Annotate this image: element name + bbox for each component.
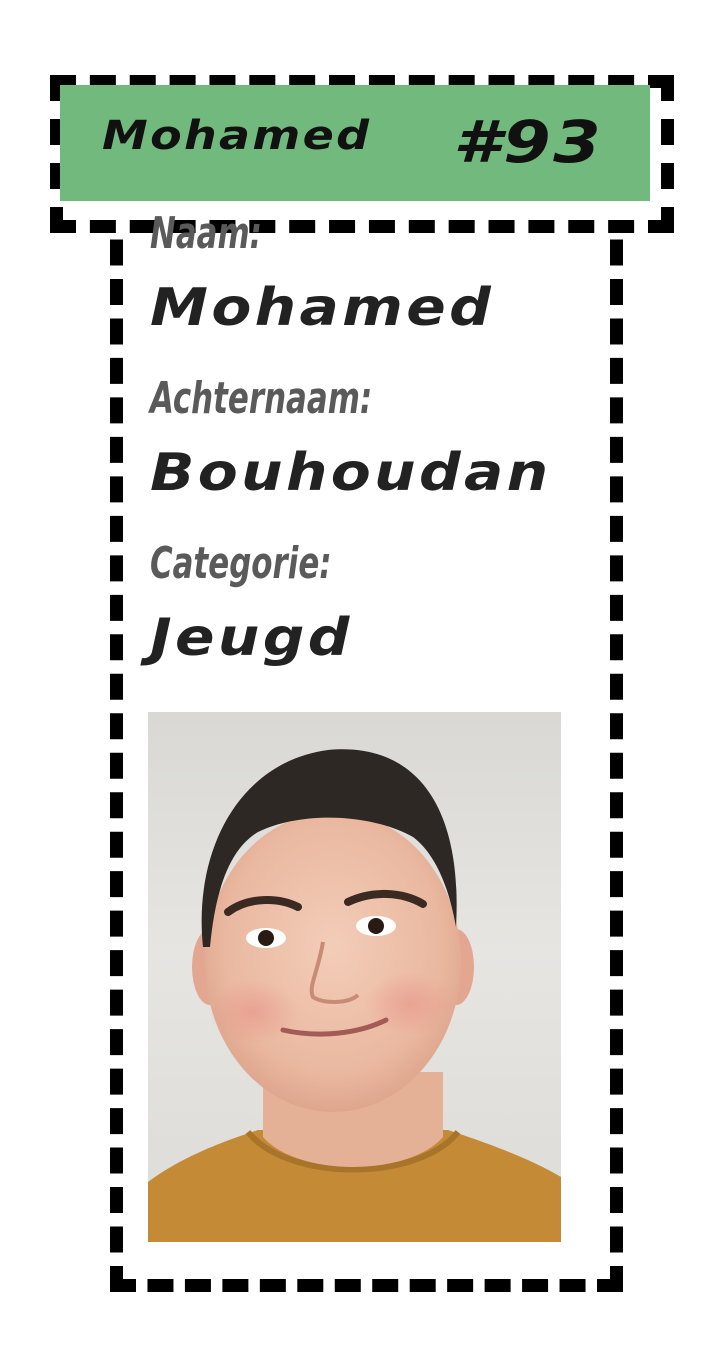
category-value: Jeugd bbox=[150, 608, 353, 668]
header-player-number: #93 bbox=[453, 108, 603, 176]
first-name-value: Mohamed bbox=[150, 278, 495, 338]
category-label: Categorie: bbox=[150, 538, 332, 589]
last-name-value: Bouhoudan bbox=[150, 443, 552, 503]
player-photo bbox=[148, 712, 561, 1242]
last-name-label: Achternaam: bbox=[150, 373, 373, 424]
header-player-name: Mohamed bbox=[102, 113, 372, 159]
first-name-label: Naam: bbox=[150, 208, 263, 259]
